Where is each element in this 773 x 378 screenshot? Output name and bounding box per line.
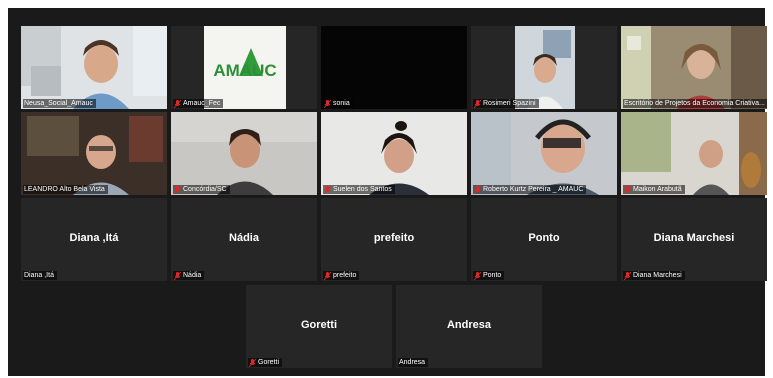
participant-name-label: Roberto Kurtz Pereira _ AMAUC: [473, 185, 587, 194]
participant-tile-sonia[interactable]: sonia: [321, 26, 467, 109]
participant-tile-goretti[interactable]: Goretti Goretti: [246, 285, 392, 368]
participant-tile-amauc-fec[interactable]: AMAUC Amauc_Fec: [171, 26, 317, 109]
muted-mic-icon: [249, 358, 256, 367]
participant-video: [21, 112, 167, 195]
participant-tile-diana-marchesi[interactable]: Diana Marchesi Diana Marchesi: [621, 198, 767, 281]
participant-display-name: Nádia: [229, 232, 259, 244]
participant-video: [621, 112, 767, 195]
participant-name-label: Rosimeri Spazini: [473, 99, 539, 108]
participant-tile-andresa[interactable]: Andresa Andresa: [396, 285, 542, 368]
muted-mic-icon: [474, 271, 481, 280]
muted-mic-icon: [324, 99, 331, 108]
amauc-logo: AMAUC: [171, 26, 317, 109]
participant-name-label: Suelen dos Santos: [323, 185, 395, 194]
participant-display-name: Diana Marchesi: [653, 232, 735, 244]
muted-mic-icon: [324, 271, 331, 280]
participant-name-label: sonia: [323, 99, 353, 108]
muted-mic-icon: [624, 185, 631, 194]
participant-name-label: Goretti: [248, 358, 283, 367]
muted-mic-icon: [474, 185, 481, 194]
participant-name-label: Concórdia/SC: [173, 185, 230, 194]
muted-mic-icon: [474, 99, 481, 108]
participant-name-label: Ponto: [473, 271, 505, 280]
muted-mic-icon: [324, 185, 331, 194]
participant-tile-roberto[interactable]: Roberto Kurtz Pereira _ AMAUC: [471, 112, 617, 195]
svg-text:AMAUC: AMAUC: [213, 61, 276, 80]
participant-video: [21, 26, 167, 109]
participant-tile-ponto[interactable]: Ponto Ponto: [471, 198, 617, 281]
participant-name-label: prefeito: [323, 271, 360, 280]
participant-display-name: Andresa: [446, 319, 492, 331]
participant-display-name: prefeito: [373, 232, 415, 244]
participant-tile-suelen[interactable]: Suelen dos Santos: [321, 112, 467, 195]
participant-display-name: Goretti: [300, 319, 338, 331]
participant-display-name: Ponto: [528, 232, 560, 244]
participant-tile-neusa[interactable]: Neusa_Social_Amauc: [21, 26, 167, 109]
participant-name-label: Diana ,Itá: [23, 271, 57, 280]
participant-tile-nadia[interactable]: Nádia Nádia: [171, 198, 317, 281]
participant-video: [321, 112, 467, 195]
participant-tile-rosimeri[interactable]: Rosimeri Spazini: [471, 26, 617, 109]
participant-tile-concordia[interactable]: Concórdia/SC: [171, 112, 317, 195]
participant-tile-leandro[interactable]: LEANDRO Alto Bela Vista: [21, 112, 167, 195]
muted-mic-icon: [174, 99, 181, 108]
participant-video: [471, 26, 617, 109]
participant-tile-diana-ita[interactable]: Diana ,Itá Diana ,Itá: [21, 198, 167, 281]
participant-tile-maikon[interactable]: Maikon Arabutã: [621, 112, 767, 195]
participant-name-label: Diana Marchesi: [623, 271, 685, 280]
muted-mic-icon: [624, 271, 631, 280]
participant-name-label: Maikon Arabutã: [623, 185, 685, 194]
participant-name-label: Nádia: [173, 271, 205, 280]
participant-name-label: Escritório de Projetos da Economia Criat…: [623, 99, 767, 108]
participant-tile-prefeito[interactable]: prefeito prefeito: [321, 198, 467, 281]
participant-display-name: Diana ,Itá: [69, 232, 119, 244]
participant-name-label: LEANDRO Alto Bela Vista: [23, 185, 108, 194]
participant-video: [621, 26, 767, 109]
gallery-view: Neusa_Social_Amauc AMAUC Amauc_Fec sonia: [8, 8, 767, 376]
participant-name-label: Andresa: [398, 358, 429, 367]
participant-video: [321, 26, 467, 109]
participant-name-label: Amauc_Fec: [173, 99, 224, 108]
participant-video: [471, 112, 617, 195]
participant-video: [171, 112, 317, 195]
muted-mic-icon: [174, 185, 181, 194]
participant-tile-escritorio[interactable]: Escritório de Projetos da Economia Criat…: [621, 26, 767, 109]
muted-mic-icon: [174, 271, 181, 280]
participant-name-label: Neusa_Social_Amauc: [23, 99, 96, 108]
